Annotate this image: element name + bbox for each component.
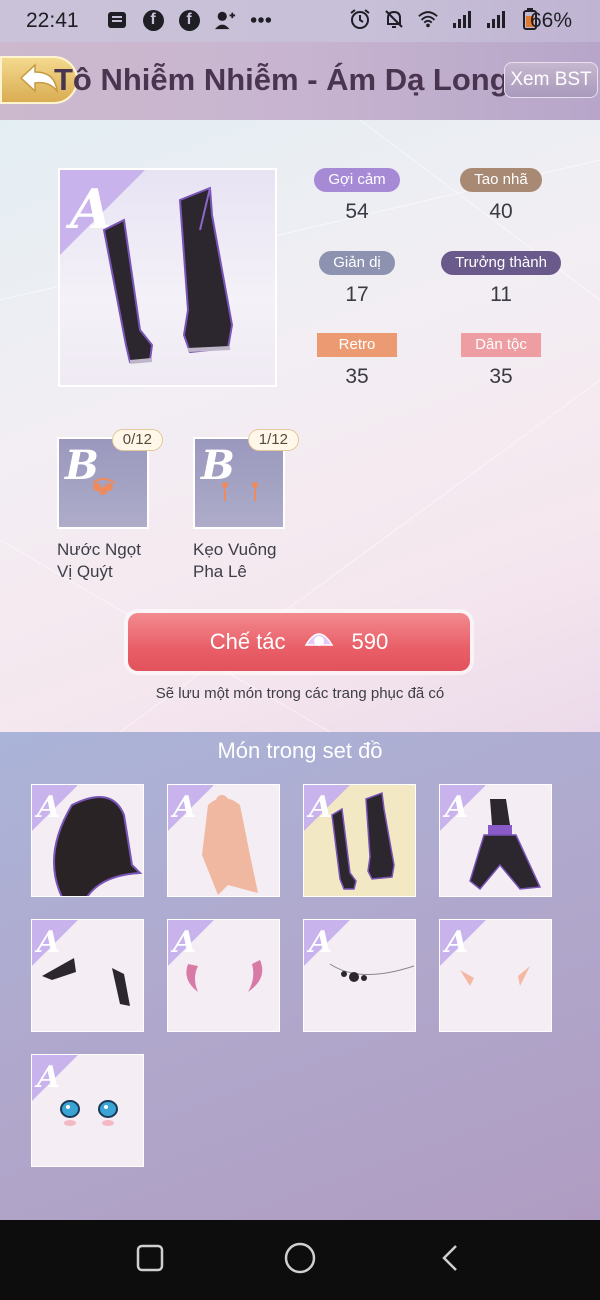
stat-value: 54: [345, 200, 369, 223]
set-item-tile[interactable]: A: [31, 784, 144, 897]
status-time: 22:41: [26, 9, 79, 32]
system-icons: [349, 8, 541, 30]
set-item-tile[interactable]: A: [31, 1054, 144, 1167]
stat-ethnic: Dân tộc 35: [446, 333, 556, 389]
material-item[interactable]: B 1/12 Kẹo Vuông Pha Lê: [193, 429, 303, 583]
set-item-tile[interactable]: A: [303, 784, 416, 897]
stat-label: Trưởng thành: [441, 251, 561, 275]
page-title: Tô Nhiễm Nhiễm - Ám Dạ Long Vũ: [54, 62, 557, 97]
craft-cost: 590: [351, 629, 389, 654]
material-name: Nước Ngọt Vị Quýt: [57, 540, 141, 581]
stat-label: Gợi cảm: [314, 168, 400, 192]
material-item[interactable]: B 0/12 Nước Ngọt Vị Quýt: [57, 429, 167, 583]
stat-simple: Giản dị 17: [302, 251, 412, 307]
svg-text:A: A: [170, 925, 196, 960]
set-item-tile[interactable]: A: [439, 919, 552, 1032]
svg-text:A: A: [306, 925, 332, 960]
stat-retro: Retro 35: [302, 333, 412, 389]
set-items-section: Món trong set đồ A A A A A A A A A: [0, 732, 600, 1220]
home-icon: [283, 1241, 317, 1280]
item-detail-panel: A Gợi cảm 54 Tao nhã 40 Giản dị 17 Trưởn…: [0, 120, 600, 732]
svg-text:A: A: [34, 790, 60, 825]
stat-value: 40: [489, 200, 513, 223]
svg-text:A: A: [442, 925, 468, 960]
battery-percent: 66%: [530, 9, 573, 32]
stat-elegant: Tao nhã 40: [446, 168, 556, 224]
material-count: 1/12: [247, 429, 299, 451]
craft-button[interactable]: Chế tác 590: [128, 613, 470, 671]
stat-sexy: Gợi cảm 54: [302, 168, 412, 224]
more-dots-icon: [250, 9, 272, 31]
rank-b-icon: B: [200, 442, 235, 489]
notification-icons: f f: [106, 9, 272, 31]
stat-value: 35: [345, 365, 369, 388]
craft-note: Sẽ lưu một món trong các trang phục đã c…: [155, 685, 445, 702]
material-name: Kẹo Vuông Pha Lê: [193, 540, 277, 581]
set-item-tile[interactable]: A: [439, 784, 552, 897]
signal-icon: [451, 8, 473, 30]
craft-label: Chế tác: [209, 629, 286, 654]
set-title: Món trong set đồ: [217, 738, 383, 763]
status-bar: 22:41 f f 66%: [0, 0, 600, 42]
material-count: 0/12: [111, 429, 163, 451]
signal-icon: [485, 8, 507, 30]
stat-label: Dân tộc: [461, 333, 541, 357]
add-contact-icon: [214, 9, 236, 31]
recents-icon: [135, 1243, 165, 1278]
svg-text:A: A: [306, 790, 332, 825]
material-image[interactable]: B 1/12: [193, 429, 299, 529]
svg-text:A: A: [442, 790, 468, 825]
stat-value: 17: [345, 283, 369, 306]
stat-label: Giản dị: [319, 251, 395, 275]
view-collection-button[interactable]: Xem BST: [504, 62, 598, 98]
message-icon: [106, 9, 128, 31]
system-nav-bar: [0, 1220, 600, 1300]
stat-label: Tao nhã: [460, 168, 542, 192]
svg-text:A: A: [34, 925, 60, 960]
stat-value: 11: [490, 283, 512, 306]
set-item-tile[interactable]: A: [167, 919, 280, 1032]
header: Tô Nhiễm Nhiễm - Ám Dạ Long Vũ Xem BST: [0, 42, 600, 120]
mute-icon: [383, 8, 405, 30]
alarm-icon: [349, 8, 371, 30]
stat-value: 35: [489, 365, 513, 388]
set-item-tile[interactable]: A: [303, 919, 416, 1032]
home-button[interactable]: [280, 1242, 320, 1278]
stat-label: Retro: [316, 333, 398, 357]
main-item-image: A: [58, 168, 277, 387]
pearl-shell-icon: [304, 627, 334, 657]
facebook-icon: f: [178, 9, 200, 31]
svg-text:A: A: [34, 1060, 60, 1095]
svg-text:A: A: [170, 790, 196, 825]
stat-mature: Trưởng thành 11: [430, 251, 572, 307]
facebook-icon: f: [142, 9, 164, 31]
set-item-tile[interactable]: A: [31, 919, 144, 1032]
nav-back-button[interactable]: [430, 1242, 470, 1278]
material-image[interactable]: B 0/12: [57, 429, 163, 529]
set-item-tile[interactable]: A: [167, 784, 280, 897]
back-icon: [440, 1243, 460, 1278]
wifi-icon: [417, 8, 439, 30]
recents-button[interactable]: [130, 1242, 170, 1278]
